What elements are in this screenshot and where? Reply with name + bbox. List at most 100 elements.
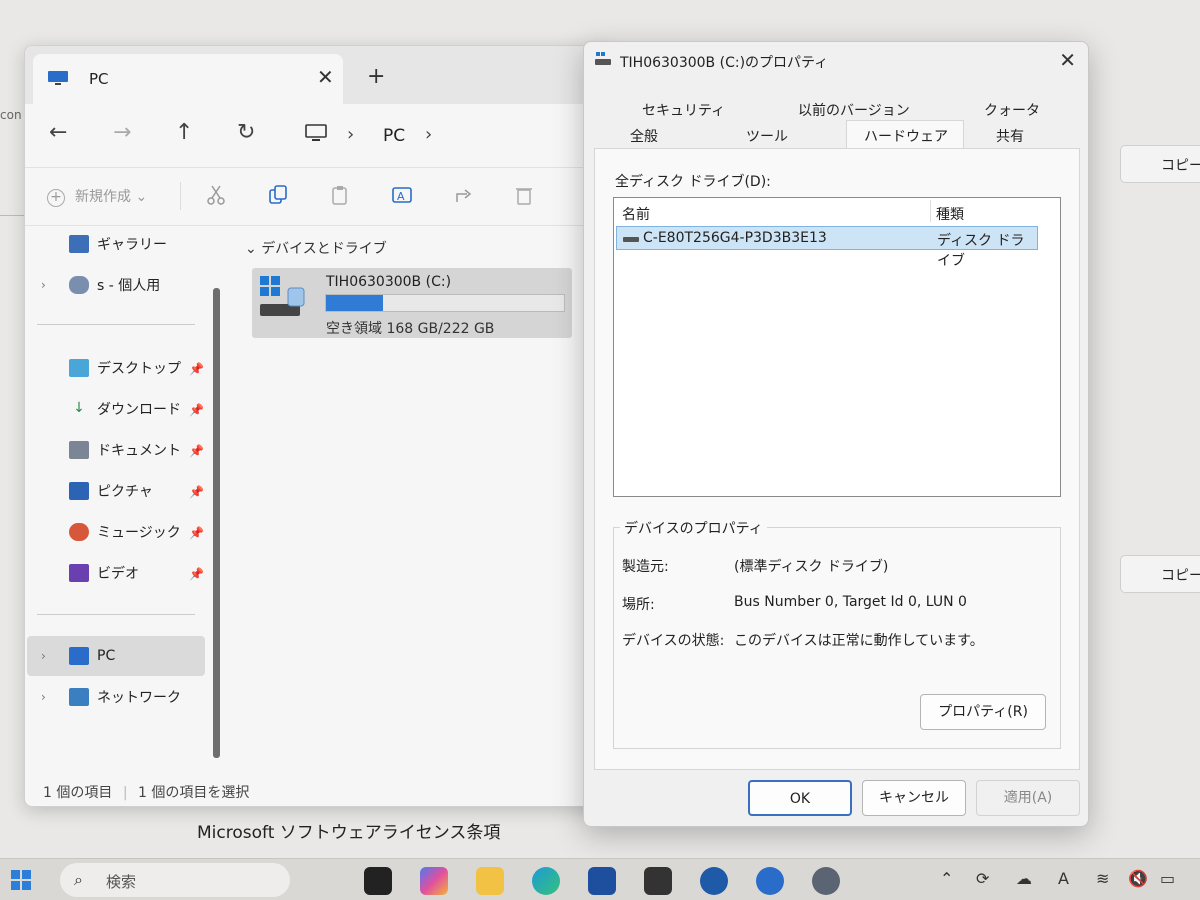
group-header-label: デバイスとドライブ [261,241,387,257]
navigation-bar: ← → ↑ ↻ › PC › [25,104,613,168]
pin-icon[interactable]: 📌 [189,403,204,417]
cancel-button[interactable]: キャンセル [862,780,966,816]
search-placeholder: 検索 [106,873,137,891]
battery-icon[interactable]: ▭ [1160,869,1175,888]
documents-icon [69,441,89,459]
pin-icon[interactable]: 📌 [189,485,204,499]
chevron-right-icon[interactable]: › [41,690,46,704]
license-link[interactable]: Microsoft ソフトウェアライセンス条項 [197,818,500,843]
command-bar: + 新規作成 ⌄ A [25,168,613,226]
rename-icon[interactable]: A [391,184,413,206]
volume-muted-icon[interactable]: 🔇 [1128,869,1148,888]
tab-tools[interactable]: ツール [746,126,788,146]
share-icon[interactable] [453,184,475,206]
windows-start-icon[interactable] [10,869,32,891]
app-icon[interactable] [756,867,784,895]
app-icon[interactable] [700,867,728,895]
sidebar-item-label: ダウンロード [97,402,181,418]
task-view-icon[interactable] [364,867,392,895]
sidebar-item-label: デスクトップ [97,361,181,377]
background-copy-button[interactable]: コピー [1120,145,1200,183]
up-arrow-icon[interactable]: ↑ [175,120,193,145]
sidebar-item-network[interactable]: ネットワーク [69,683,181,711]
sidebar-item-pictures[interactable]: ピクチャ [69,477,153,505]
new-button[interactable]: + 新規作成 ⌄ [47,186,147,207]
scrollbar[interactable] [213,288,220,758]
sidebar-item-pc[interactable]: PC [69,642,115,670]
close-icon[interactable]: ✕ [317,65,334,89]
group-header[interactable]: ⌄ デバイスとドライブ [245,238,387,258]
chevron-right-icon[interactable]: › [41,649,46,663]
item-count: 1 個の項目 [43,785,113,801]
sidebar-item-video[interactable]: ビデオ [69,559,139,587]
tab-previous-versions[interactable]: 以前のバージョン [798,100,910,120]
app-icon[interactable] [644,867,672,895]
drive-tile-c[interactable]: TIH0630300B (C:) 空き領域 168 GB/222 GB [252,268,572,338]
drive-type: ディスク ドライブ [937,233,1025,269]
tab-quota[interactable]: クォータ [984,100,1040,120]
new-tab-button[interactable]: + [367,64,385,89]
chevron-right-icon[interactable]: › [41,278,46,292]
cut-icon[interactable] [205,184,227,206]
properties-button[interactable]: プロパティ(R) [920,694,1046,730]
font-input-icon[interactable]: A [1058,869,1069,888]
forward-arrow-icon[interactable]: → [113,120,131,145]
ok-button[interactable]: OK [748,780,852,816]
chevron-down-icon: ⌄ [245,241,257,257]
close-icon[interactable]: ✕ [1059,48,1076,72]
column-header-name[interactable]: 名前 [622,204,650,224]
plus-icon: + [47,189,65,207]
tab-pc[interactable]: PC ✕ [33,54,343,104]
sidebar-item-downloads[interactable]: ↓ ダウンロード [69,395,181,423]
background-copy-button[interactable]: コピー [1120,555,1200,593]
chevron-up-icon[interactable]: ⌃ [940,869,953,888]
wifi-icon[interactable]: ≋ [1096,869,1109,888]
location-label: 場所: [622,597,655,613]
disk-drive-list[interactable]: 名前 種類 C-E80T256G4-P3D3B3E13 ディスク ドライブ [613,197,1061,497]
tab-sharing[interactable]: 共有 [996,126,1024,146]
copilot-icon[interactable] [420,867,448,895]
column-divider[interactable] [930,200,931,222]
paste-icon[interactable] [329,184,351,206]
hardware-tab-panel: 全ディスク ドライブ(D): 名前 種類 C-E80T256G4-P3D3B3E… [594,148,1080,770]
pin-icon[interactable]: 📌 [189,567,204,581]
tab-general[interactable]: 全般 [630,126,658,146]
location-value: Bus Number 0, Target Id 0, LUN 0 [734,594,967,610]
sidebar-item-desktop[interactable]: デスクトップ [69,354,181,382]
file-explorer-icon[interactable] [476,867,504,895]
tab-security[interactable]: セキュリティ [642,100,725,120]
settings-gear-icon[interactable] [812,867,840,895]
taskbar-search[interactable]: ⌕ 検索 [60,863,290,897]
sidebar-item-gallery[interactable]: ギャラリー [69,230,167,258]
sidebar-item-label: s - 個人用 [97,278,161,294]
copy-icon[interactable] [267,184,289,206]
apply-button[interactable]: 適用(A) [976,780,1080,816]
pin-icon[interactable]: 📌 [189,444,204,458]
back-arrow-icon[interactable]: ← [49,120,67,145]
sidebar-item-label: ギャラリー [97,237,167,253]
properties-dialog: TIH0630300B (C:)のプロパティ ✕ セキュリティ 以前のバージョン… [583,41,1089,827]
store-icon[interactable] [588,867,616,895]
column-header-type[interactable]: 種類 [936,204,964,224]
drive-icon [595,52,611,65]
refresh-icon[interactable]: ↻ [237,120,255,145]
sidebar-item-music[interactable]: ミュージック [69,518,181,546]
chevron-right-icon[interactable]: › [425,124,432,145]
dialog-title: TIH0630300B (C:)のプロパティ [620,55,829,71]
pc-icon [69,647,89,665]
cloud-icon[interactable]: ☁ [1016,869,1032,888]
list-item[interactable]: C-E80T256G4-P3D3B3E13 ディスク ドライブ [616,226,1038,269]
device-status-label: デバイスの状態: [622,633,725,649]
delete-icon[interactable] [513,184,535,206]
sidebar-item-documents[interactable]: ドキュメント [69,436,181,464]
drive-usage-fill [326,295,384,311]
breadcrumb-pc[interactable]: PC [383,126,405,146]
sidebar-item-onedrive[interactable]: s - 個人用 [69,271,160,299]
pin-icon[interactable]: 📌 [189,526,204,540]
tab-hardware[interactable]: ハードウェア [864,126,948,146]
drive-name: TIH0630300B (C:) [326,274,452,290]
edge-icon[interactable] [532,867,560,895]
pin-icon[interactable]: 📌 [189,362,204,376]
sync-icon[interactable]: ⟳ [976,869,989,888]
sidebar-divider [37,614,195,615]
